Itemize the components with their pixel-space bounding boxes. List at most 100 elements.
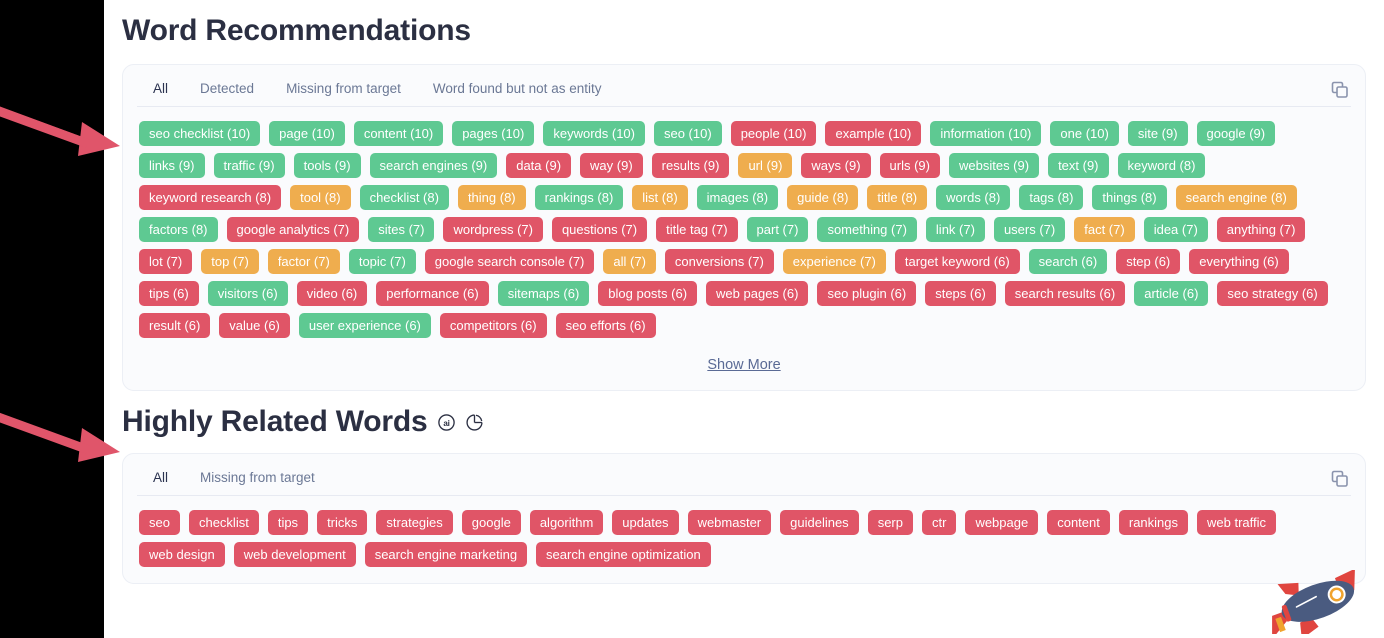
word-chip[interactable]: seo checklist (10) [139, 121, 261, 146]
word-chip[interactable]: value (6) [219, 313, 290, 338]
word-chip[interactable]: title (8) [867, 185, 928, 210]
word-chip[interactable]: users (7) [993, 217, 1066, 242]
word-chip[interactable]: seo [139, 510, 180, 535]
word-chip[interactable]: wordpress (7) [443, 217, 543, 242]
word-chip[interactable]: google analytics (7) [226, 217, 360, 242]
word-chip[interactable]: checklist [188, 510, 259, 535]
tab-detected[interactable]: Detected [184, 81, 270, 107]
word-chip[interactable]: sitemaps (6) [497, 281, 590, 306]
word-chip[interactable]: blog posts (6) [598, 281, 698, 306]
word-chip[interactable]: keyword (8) [1117, 153, 1206, 178]
word-chip[interactable]: top (7) [201, 249, 259, 274]
word-chip[interactable]: competitors (6) [439, 313, 547, 338]
word-chip[interactable]: people (10) [730, 121, 817, 146]
word-chip[interactable]: link (7) [925, 217, 985, 242]
copy-icon[interactable] [1329, 79, 1351, 101]
word-chip[interactable]: serp [867, 510, 913, 535]
word-chip[interactable]: links (9) [139, 153, 205, 178]
word-chip[interactable]: list (8) [632, 185, 688, 210]
word-chip[interactable]: algorithm [529, 510, 604, 535]
word-chip[interactable]: search engine optimization [536, 542, 711, 567]
word-chip[interactable]: tips [267, 510, 309, 535]
word-chip[interactable]: page (10) [269, 121, 345, 146]
word-chip[interactable]: user experience (6) [298, 313, 431, 338]
word-chip[interactable]: title tag (7) [656, 217, 738, 242]
word-chip[interactable]: search (6) [1028, 249, 1108, 274]
word-chip[interactable]: tool (8) [290, 185, 351, 210]
word-chip[interactable]: article (6) [1134, 281, 1209, 306]
word-chip[interactable]: target keyword (6) [894, 249, 1020, 274]
word-chip[interactable]: lot (7) [139, 249, 193, 274]
word-chip[interactable]: content (10) [353, 121, 444, 146]
word-chip[interactable]: search engine marketing [364, 542, 528, 567]
word-chip[interactable]: rankings [1118, 510, 1189, 535]
word-chip[interactable]: data (9) [506, 153, 572, 178]
tab-all[interactable]: All [137, 81, 184, 107]
word-chip[interactable]: ways (9) [801, 153, 871, 178]
word-chip[interactable]: thing (8) [457, 185, 526, 210]
word-chip[interactable]: strategies [376, 510, 453, 535]
word-chip[interactable]: way (9) [580, 153, 643, 178]
word-chip[interactable]: something (7) [817, 217, 917, 242]
word-chip[interactable]: webpage [965, 510, 1039, 535]
word-chip[interactable]: search engines (9) [369, 153, 498, 178]
word-chip[interactable]: rankings (8) [534, 185, 624, 210]
word-chip[interactable]: steps (6) [925, 281, 996, 306]
word-chip[interactable]: pages (10) [452, 121, 535, 146]
tab-word-found-but-not-as-entity[interactable]: Word found but not as entity [417, 81, 618, 107]
word-chip[interactable]: all (7) [603, 249, 656, 274]
word-chip[interactable]: everything (6) [1189, 249, 1289, 274]
word-chip[interactable]: content [1047, 510, 1110, 535]
word-chip[interactable]: experience (7) [782, 249, 886, 274]
word-chip[interactable]: google [461, 510, 521, 535]
word-chip[interactable]: one (10) [1050, 121, 1119, 146]
word-chip[interactable]: seo plugin (6) [817, 281, 917, 306]
word-chip[interactable]: guide (8) [787, 185, 859, 210]
word-chip[interactable]: topic (7) [348, 249, 416, 274]
word-chip[interactable]: seo strategy (6) [1217, 281, 1328, 306]
word-chip[interactable]: updates [612, 510, 679, 535]
word-chip[interactable]: search engine (8) [1175, 185, 1297, 210]
word-chip[interactable]: result (6) [139, 313, 211, 338]
word-chip[interactable]: part (7) [746, 217, 809, 242]
word-chip[interactable]: traffic (9) [213, 153, 285, 178]
word-chip[interactable]: sites (7) [368, 217, 435, 242]
word-chip[interactable]: fact (7) [1074, 217, 1135, 242]
word-chip[interactable]: step (6) [1116, 249, 1181, 274]
tab-missing-from-target[interactable]: Missing from target [184, 470, 331, 496]
word-chip[interactable]: questions (7) [551, 217, 648, 242]
word-chip[interactable]: conversions (7) [664, 249, 774, 274]
word-chip[interactable]: results (9) [651, 153, 730, 178]
word-chip[interactable]: anything (7) [1216, 217, 1306, 242]
word-chip[interactable]: keyword research (8) [139, 185, 282, 210]
word-chip[interactable]: things (8) [1092, 185, 1167, 210]
word-chip[interactable]: seo (10) [653, 121, 722, 146]
word-chip[interactable]: information (10) [930, 121, 1042, 146]
word-chip[interactable]: words (8) [936, 185, 1011, 210]
word-chip[interactable]: factor (7) [267, 249, 340, 274]
word-chip[interactable]: video (6) [296, 281, 368, 306]
word-chip[interactable]: web development [233, 542, 356, 567]
word-chip[interactable]: keywords (10) [543, 121, 645, 146]
word-chip[interactable]: google (9) [1196, 121, 1276, 146]
show-more-link[interactable]: Show More [707, 357, 780, 373]
word-chip[interactable]: web pages (6) [706, 281, 809, 306]
word-chip[interactable]: web traffic [1197, 510, 1277, 535]
word-chip[interactable]: web design [139, 542, 225, 567]
word-chip[interactable]: urls (9) [879, 153, 940, 178]
word-chip[interactable]: search results (6) [1004, 281, 1126, 306]
word-chip[interactable]: checklist (8) [359, 185, 449, 210]
word-chip[interactable]: example (10) [825, 121, 922, 146]
word-chip[interactable]: url (9) [738, 153, 793, 178]
word-chip[interactable]: webmaster [687, 510, 772, 535]
word-chip[interactable]: tricks [317, 510, 368, 535]
tab-all[interactable]: All [137, 470, 184, 496]
word-chip[interactable]: images (8) [696, 185, 779, 210]
word-chip[interactable]: visitors (6) [207, 281, 288, 306]
word-chip[interactable]: factors (8) [139, 217, 218, 242]
word-chip[interactable]: performance (6) [376, 281, 489, 306]
word-chip[interactable]: guidelines [780, 510, 859, 535]
word-chip[interactable]: ctr [921, 510, 957, 535]
word-chip[interactable]: site (9) [1127, 121, 1188, 146]
word-chip[interactable]: seo efforts (6) [555, 313, 656, 338]
